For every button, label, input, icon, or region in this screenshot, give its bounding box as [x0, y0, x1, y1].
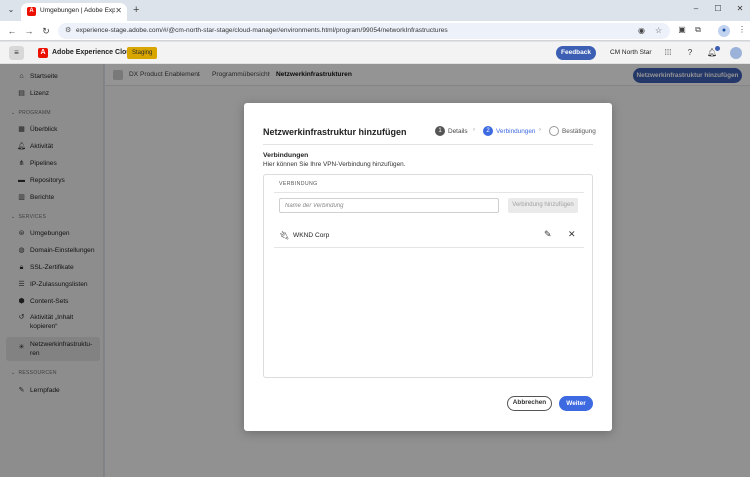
- help-icon[interactable]: ?: [685, 48, 695, 57]
- divider: [263, 144, 593, 145]
- step-number: 1: [435, 126, 445, 136]
- step-label: Details: [448, 127, 468, 135]
- browser-toolbar: ← → ↻ ⚙ experience-stage.adobe.com/#/@cm…: [0, 21, 750, 41]
- back-icon[interactable]: ←: [6, 25, 18, 37]
- environment-badge: Staging: [127, 47, 158, 59]
- browser-profile-icon[interactable]: ●: [718, 25, 730, 37]
- minimize-icon[interactable]: –: [690, 4, 702, 13]
- url-text[interactable]: experience-stage.adobe.com/#/@cm-north-s…: [76, 27, 448, 34]
- translate-icon[interactable]: ▣: [676, 25, 688, 34]
- panel-header-label: VERBINDUNG: [279, 181, 318, 187]
- browser-tabstrip: ⌄ A Umgebungen | Adobe Experience ✕ + – …: [0, 0, 750, 21]
- browser-tab[interactable]: A Umgebungen | Adobe Experience ✕: [21, 3, 127, 21]
- step-chevron-icon: ›: [539, 127, 541, 133]
- connections-panel: VERBINDUNG Verbindung hinzufügen 🔌︎ WKND…: [263, 174, 593, 378]
- connection-row: 🔌︎ WKND Corp ✎ ✕: [274, 224, 584, 248]
- reload-icon[interactable]: ↻: [40, 25, 52, 37]
- extensions-icon[interactable]: ⧉: [692, 25, 704, 35]
- section-title: Verbindungen: [263, 152, 309, 159]
- step-label: Verbindungen: [496, 127, 536, 135]
- forward-icon[interactable]: →: [23, 25, 35, 37]
- site-info-icon[interactable]: ⚙: [65, 26, 71, 34]
- address-bar[interactable]: ⚙ experience-stage.adobe.com/#/@cm-north…: [58, 23, 670, 39]
- app-title[interactable]: Adobe Experience Cloud: [52, 49, 135, 56]
- feedback-button[interactable]: Feedback: [556, 46, 596, 60]
- hamburger-menu-icon[interactable]: ≡: [9, 46, 24, 60]
- tab-search-icon[interactable]: ⌄: [5, 4, 17, 16]
- adobe-favicon-icon: A: [27, 7, 36, 16]
- eye-off-icon[interactable]: ◉: [638, 26, 645, 35]
- maximize-icon[interactable]: ☐: [712, 4, 724, 13]
- new-tab-icon[interactable]: +: [133, 4, 139, 16]
- section-description: Hier können Sie Ihre VPN-Verbindung hinz…: [263, 161, 406, 168]
- panel-header: VERBINDUNG: [274, 175, 584, 193]
- app-header: ≡ A Adobe Experience Cloud Staging Feedb…: [0, 42, 750, 64]
- step-number: 2: [483, 126, 493, 136]
- tab-close-icon[interactable]: ✕: [115, 6, 122, 15]
- adobe-logo-icon[interactable]: A: [38, 48, 48, 58]
- bookmark-star-icon[interactable]: ☆: [655, 26, 662, 35]
- step-number: [549, 126, 559, 136]
- org-switcher[interactable]: CM North Star: [610, 49, 652, 56]
- plug-icon: 🔌︎: [279, 231, 290, 240]
- add-network-infrastructure-dialog: Netzwerkinfrastruktur hinzufügen 1 Detai…: [244, 103, 612, 431]
- apps-grid-icon[interactable]: ⁞⁞⁞: [663, 48, 673, 57]
- next-button[interactable]: Weiter: [559, 396, 593, 411]
- connection-name: WKND Corp: [293, 232, 330, 239]
- step-chevron-icon: ›: [473, 127, 475, 133]
- remove-close-icon[interactable]: ✕: [568, 229, 576, 240]
- edit-pencil-icon[interactable]: ✎: [544, 229, 552, 240]
- user-avatar[interactable]: [730, 47, 742, 59]
- dialog-title: Netzwerkinfrastruktur hinzufügen: [263, 127, 407, 137]
- connection-name-input[interactable]: [279, 198, 499, 213]
- browser-menu-icon[interactable]: ⋮: [736, 25, 748, 34]
- tab-title: Umgebungen | Adobe Experience: [40, 7, 115, 14]
- cancel-button[interactable]: Abbrechen: [507, 396, 552, 411]
- notification-dot: [715, 46, 720, 51]
- window-close-icon[interactable]: ✕: [734, 4, 746, 13]
- add-connection-button[interactable]: Verbindung hinzufügen: [508, 198, 578, 213]
- step-label: Bestätigung: [562, 127, 596, 135]
